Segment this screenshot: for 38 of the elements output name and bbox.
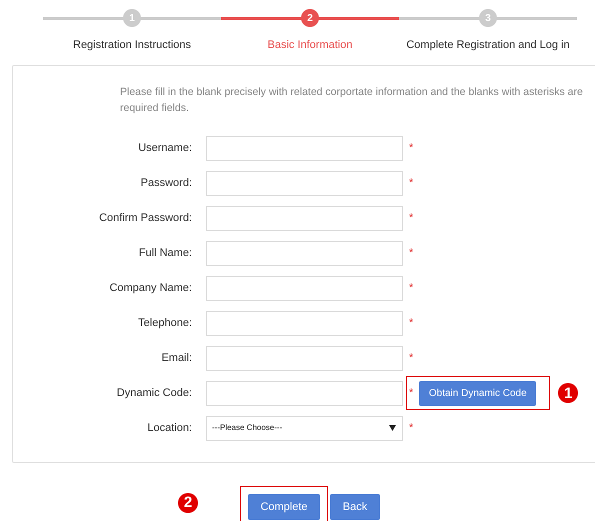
action-button[interactable]: Complete [248,494,320,520]
callout-badge: 2 [178,492,198,512]
required-asterisk: * [409,316,414,331]
input-field[interactable] [206,276,403,300]
field-label: Confirm Password: [98,210,192,226]
action-button[interactable]: Back [330,494,380,520]
required-asterisk: * [409,350,414,366]
field-label: Location: [146,420,192,436]
obtain-code-button[interactable]: Obtain Dynamic Code [419,380,536,406]
input-field[interactable] [206,206,403,230]
step-label: Complete Registration and Log in [406,38,570,53]
field-label: Email: [160,350,192,366]
input-field[interactable] [206,136,403,160]
field-label: Username: [137,140,192,156]
required-asterisk: * [409,280,414,296]
input-field[interactable] [206,310,403,336]
intro-text: Please fill in the blank precisely with related corportate information and the blanks with asterisks are required fields. [120,84,584,116]
step-number: 2 [301,9,319,27]
input-field[interactable] [206,170,403,196]
input-field[interactable] [206,240,403,266]
required-asterisk: * [409,246,414,261]
required-asterisk: * [409,210,414,226]
input-field[interactable] [206,346,403,370]
required-asterisk: * [409,420,414,436]
required-asterisk: * [409,386,414,401]
caret-icon [389,425,396,431]
input-field[interactable] [206,380,403,406]
required-asterisk: * [409,176,414,191]
field-label: Password: [140,176,192,191]
field-label: Company Name: [108,280,192,296]
required-asterisk: * [409,140,414,156]
field-label: Full Name: [138,246,192,261]
field-label: Telephone: [137,316,192,331]
location-select[interactable]: ---Please Choose--- [206,416,403,440]
callout-badge: 1 [558,383,578,403]
step-label: Registration Instructions [73,38,191,53]
step-label: Basic Information [268,38,352,53]
field-label: Dynamic Code: [116,386,192,401]
